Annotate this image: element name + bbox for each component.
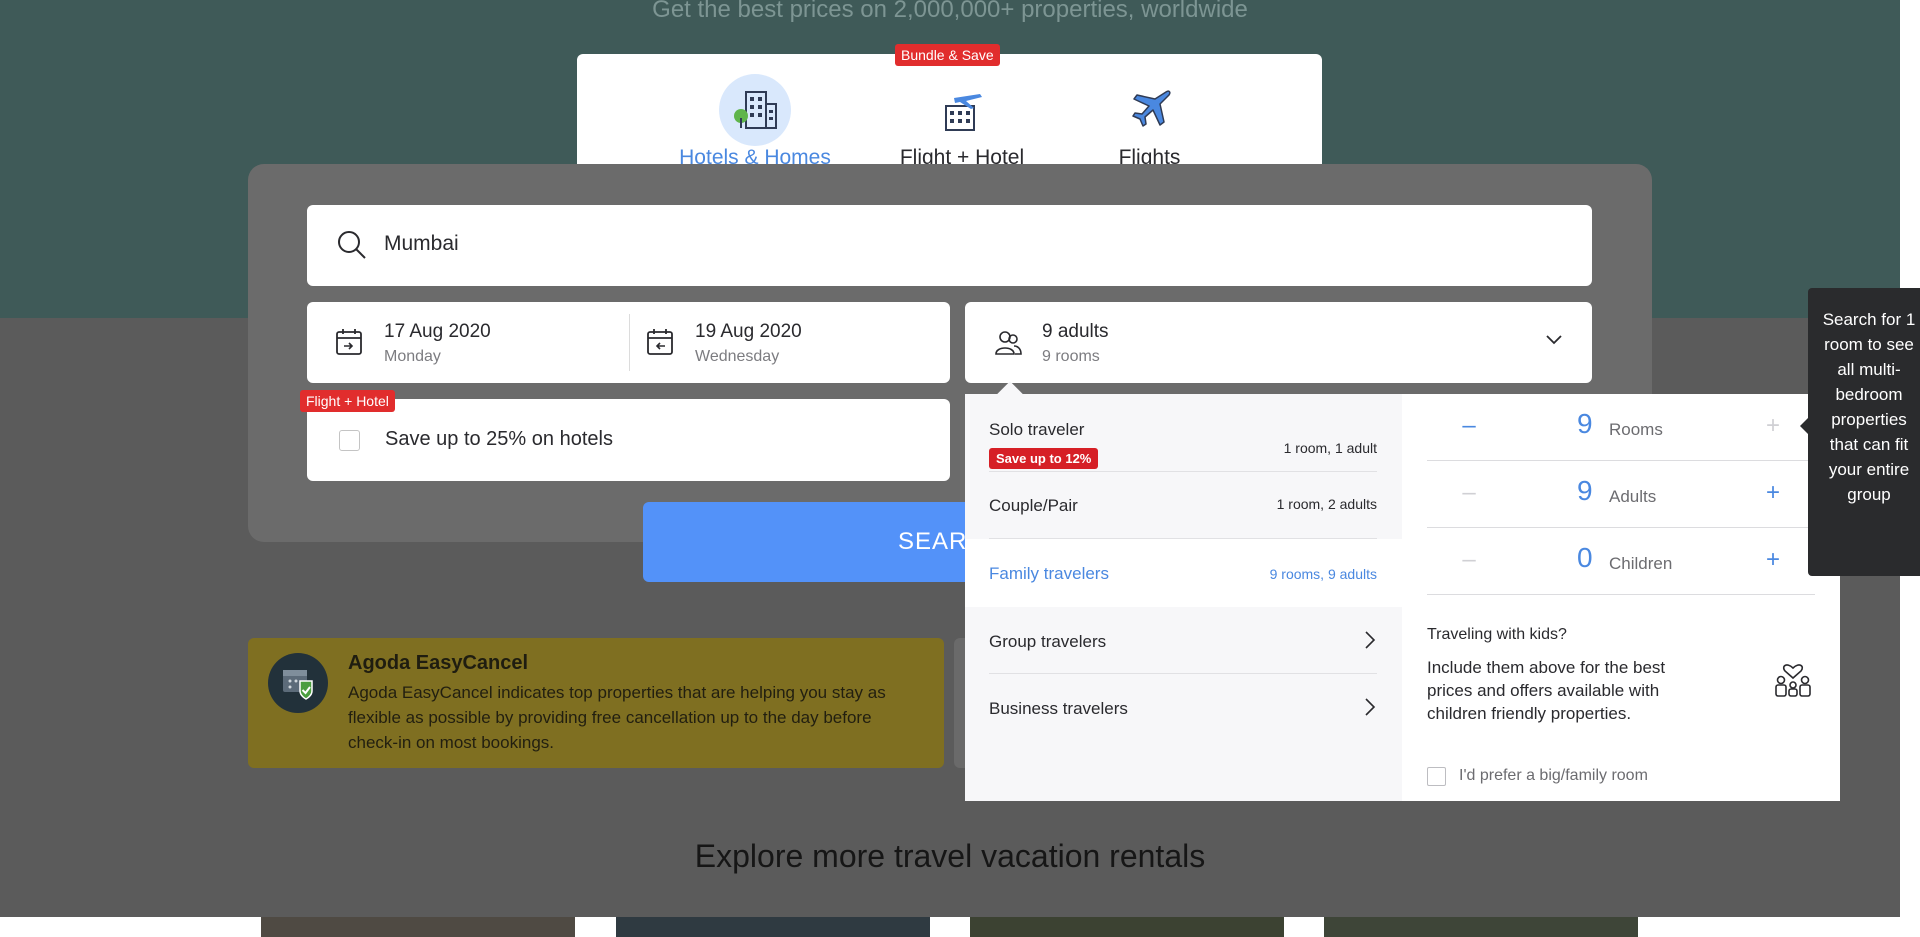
traveler-group[interactable]: Group travelers bbox=[989, 607, 1377, 674]
traveler-label: Couple/Pair bbox=[989, 496, 1078, 515]
adults-label: Adults bbox=[1609, 487, 1657, 506]
people-icon bbox=[994, 328, 1022, 361]
traveler-type-list: Solo traveler 1 room, 1 adult Save up to… bbox=[965, 394, 1402, 801]
destination-field[interactable]: Mumbai bbox=[307, 205, 1592, 286]
search-icon bbox=[337, 230, 367, 265]
checkout-date: 19 Aug 2020 bbox=[695, 321, 802, 342]
traveler-label: Group travelers bbox=[989, 632, 1107, 651]
checkin-day: Monday bbox=[384, 348, 441, 365]
traveler-label: Solo traveler bbox=[989, 420, 1085, 439]
tooltip-text: Search for 1 room to see all multi-bedro… bbox=[1822, 310, 1916, 504]
chevron-right-icon bbox=[1363, 629, 1377, 656]
adults-plus-button[interactable]: + bbox=[1761, 481, 1785, 505]
children-label: Children bbox=[1609, 554, 1673, 573]
traveler-detail: 9 rooms, 9 adults bbox=[1269, 566, 1377, 582]
chevron-down-icon[interactable] bbox=[1544, 332, 1564, 351]
destination-value: Mumbai bbox=[384, 232, 459, 255]
checkin-calendar-icon bbox=[335, 328, 363, 361]
traveler-detail: 1 room, 2 adults bbox=[1276, 496, 1377, 512]
checkout-day: Wednesday bbox=[695, 348, 780, 365]
rooms-stepper: – 9 Rooms + bbox=[1427, 394, 1815, 461]
traveler-family[interactable]: Family travelers 9 rooms, 9 adults bbox=[965, 539, 1402, 607]
adults-stepper: – 9 Adults + bbox=[1427, 461, 1815, 528]
rooms-label: Rooms bbox=[1609, 420, 1663, 439]
occupancy-dropdown: Solo traveler 1 room, 1 adult Save up to… bbox=[965, 381, 1840, 801]
traveler-solo[interactable]: Solo traveler 1 room, 1 adult Save up to… bbox=[989, 406, 1377, 472]
traveler-label: Family travelers bbox=[989, 564, 1109, 583]
rental-thumbnail[interactable] bbox=[1324, 917, 1638, 937]
rental-thumbnail[interactable] bbox=[261, 917, 575, 937]
flight-hotel-badge: Flight + Hotel bbox=[300, 390, 395, 412]
date-picker: 17 Aug 2020 Monday 19 Aug 2020 Wednesday bbox=[307, 302, 950, 383]
package-checkbox[interactable] bbox=[339, 430, 360, 451]
big-room-checkbox[interactable] bbox=[1427, 767, 1446, 786]
rooms-minus-button[interactable]: – bbox=[1457, 414, 1481, 438]
children-minus-button[interactable]: – bbox=[1457, 548, 1481, 572]
chevron-right-icon bbox=[1363, 696, 1377, 723]
checkin-date: 17 Aug 2020 bbox=[384, 321, 491, 342]
hero-tagline: Get the best prices on 2,000,000+ proper… bbox=[652, 0, 1248, 23]
rental-thumbnail[interactable] bbox=[616, 917, 930, 937]
traveler-couple[interactable]: Couple/Pair 1 room, 2 adults bbox=[989, 472, 1377, 539]
kids-text: Include them above for the best prices a… bbox=[1427, 658, 1666, 723]
package-label: Save up to 25% on hotels bbox=[385, 428, 613, 450]
calendar-shield-icon bbox=[268, 653, 328, 713]
rooms-count: 9 bbox=[1577, 408, 1593, 439]
traveler-business[interactable]: Business travelers bbox=[989, 674, 1377, 741]
checkout-field[interactable]: 19 Aug 2020 Wednesday bbox=[629, 314, 950, 371]
occupancy-summary: 9 adults bbox=[1042, 321, 1109, 342]
children-count: 0 bbox=[1577, 542, 1593, 573]
checkout-calendar-icon bbox=[646, 328, 674, 361]
airplane-icon bbox=[1114, 74, 1186, 146]
rental-thumbnail[interactable] bbox=[970, 917, 1284, 937]
hotel-building-icon bbox=[719, 74, 791, 146]
rooms-plus-button[interactable]: + bbox=[1761, 414, 1785, 438]
checkin-field[interactable]: 17 Aug 2020 Monday bbox=[307, 302, 629, 383]
traveler-label: Business travelers bbox=[989, 699, 1128, 718]
explore-heading: Explore more travel vacation rentals bbox=[694, 838, 1206, 874]
traveler-detail: 1 room, 1 adult bbox=[1283, 440, 1377, 456]
flight-hotel-icon bbox=[926, 74, 998, 146]
family-icon bbox=[1773, 654, 1813, 703]
package-deal-box[interactable]: Save up to 25% on hotels bbox=[307, 399, 950, 481]
children-stepper: – 0 Children + bbox=[1427, 528, 1815, 595]
bundle-save-badge: Bundle & Save bbox=[895, 44, 1000, 66]
save-badge: Save up to 12% bbox=[989, 448, 1099, 469]
adults-minus-button[interactable]: – bbox=[1457, 481, 1481, 505]
occupancy-field[interactable]: 9 adults 9 rooms bbox=[965, 302, 1592, 383]
easycancel-text: Agoda EasyCancel indicates top propertie… bbox=[348, 683, 886, 752]
big-room-label: I'd prefer a big/family room bbox=[1459, 767, 1648, 784]
occupancy-rooms: 9 rooms bbox=[1042, 348, 1100, 365]
kids-title: Traveling with kids? bbox=[1427, 626, 1567, 643]
adults-count: 9 bbox=[1577, 475, 1593, 506]
children-plus-button[interactable]: + bbox=[1761, 548, 1785, 572]
easycancel-title: Agoda EasyCancel bbox=[348, 652, 529, 674]
easycancel-card: Agoda EasyCancel Agoda EasyCancel indica… bbox=[248, 638, 944, 768]
rooms-tooltip: Search for 1 room to see all multi-bedro… bbox=[1800, 288, 1920, 576]
tooltip-arrow bbox=[1800, 418, 1808, 434]
